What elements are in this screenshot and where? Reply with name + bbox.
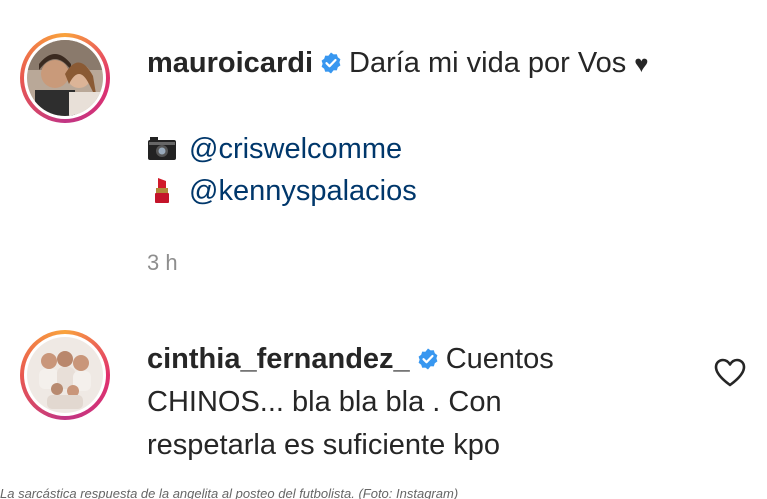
post-caption-block: mauroicardi Daría mi vida por Vos ♥ @cris… xyxy=(147,42,747,212)
caption-line: mauroicardi Daría mi vida por Vos ♥ xyxy=(147,42,747,86)
comment-text: CHINOS... bla bla bla . Con xyxy=(147,386,502,418)
post-username[interactable]: mauroicardi xyxy=(147,47,313,79)
like-heart-icon[interactable] xyxy=(713,357,747,389)
lipstick-icon xyxy=(155,178,169,203)
heart-emoji: ♥ xyxy=(634,51,649,78)
image-caption: La sarcástica respuesta de la angelita a… xyxy=(0,486,459,499)
post-author-avatar[interactable] xyxy=(20,33,110,123)
post-timestamp[interactable]: 3 h xyxy=(147,250,178,276)
comment-line: cinthia_fernandez_ Cuentos xyxy=(147,338,667,381)
comment-block: cinthia_fernandez_ Cuentos CHINOS... bla … xyxy=(147,338,667,467)
post-caption-text: Daría mi vida por Vos xyxy=(349,47,627,79)
avatar-photo xyxy=(27,337,103,413)
verified-badge-icon xyxy=(418,348,438,370)
comment-text: respetarla es suficiente kpo xyxy=(147,429,501,461)
camera-icon xyxy=(148,137,176,160)
comment-text: Cuentos xyxy=(445,343,554,375)
instagram-post-view: mauroicardi Daría mi vida por Vos ♥ @cris… xyxy=(0,0,767,499)
credit-photographer: @criswelcomme xyxy=(147,128,747,170)
mention-link[interactable]: @criswelcomme xyxy=(189,133,402,165)
credit-makeup: @kennyspalacios xyxy=(147,170,747,212)
mention-link[interactable]: @kennyspalacios xyxy=(189,175,417,207)
avatar-photo xyxy=(27,40,103,116)
verified-badge-icon xyxy=(321,52,341,74)
comment-username[interactable]: cinthia_fernandez_ xyxy=(147,343,410,375)
comment-author-avatar[interactable] xyxy=(20,330,110,420)
